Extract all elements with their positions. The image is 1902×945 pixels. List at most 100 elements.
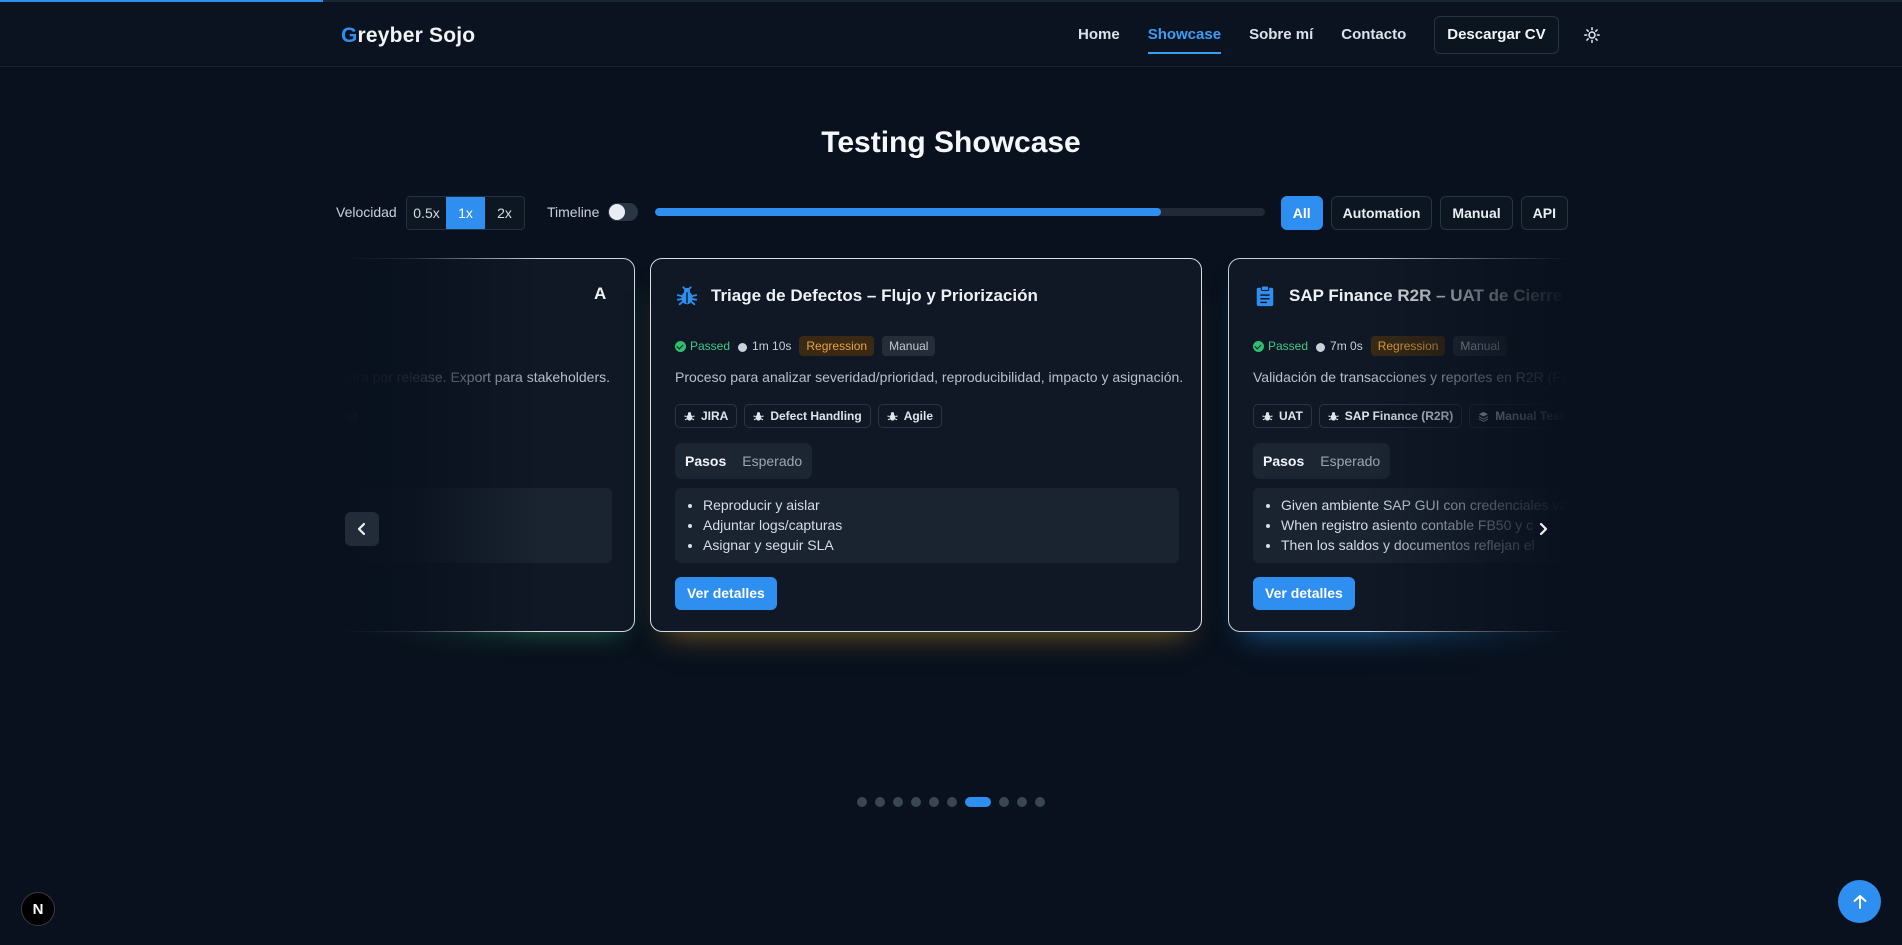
status-passed: Passed <box>675 339 730 353</box>
timeline-label: Timeline <box>547 204 600 220</box>
badge-manual: Manual <box>882 336 936 356</box>
theme-toggle-button[interactable] <box>1577 20 1607 50</box>
card-description: Validación de transacciones y reportes e… <box>1253 369 1568 385</box>
tab-pasos[interactable]: Pasos <box>1255 443 1312 479</box>
speed-label: Velocidad <box>336 204 397 220</box>
chip-label: SAP Finance (R2R) <box>1344 409 1454 423</box>
card-chips: JIRA Defect Handling Agile <box>675 404 943 428</box>
stopwatch-icon <box>738 342 748 352</box>
bug-icon <box>887 411 898 422</box>
chip-uat: UAT <box>1253 404 1312 428</box>
brand-logo[interactable]: Greyber Sojo <box>341 24 475 48</box>
filter-all[interactable]: All <box>1280 196 1323 230</box>
chip-label: Agile <box>903 409 934 423</box>
card-description: Proceso para analizar severidad/priorida… <box>675 369 1184 385</box>
chip-jira: JIRA <box>675 404 738 428</box>
card-meta: Passed 1m 10s Regression Manual <box>675 336 943 356</box>
pagination-dot[interactable] <box>947 797 957 807</box>
speed-option-1x[interactable]: 1x <box>446 197 485 229</box>
arrow-up-icon <box>1853 894 1866 909</box>
bug-icon <box>753 411 764 422</box>
card-tabs: Pasos Esperado <box>1253 443 1391 479</box>
card-chip: ent <box>341 404 366 428</box>
status-passed: Passed <box>1253 339 1308 353</box>
carousel-prev-button[interactable] <box>345 512 379 546</box>
chip-label: JIRA <box>701 409 729 423</box>
pagination-dot[interactable] <box>999 797 1009 807</box>
speed-selector: 0.5x 1x 2x <box>406 196 525 230</box>
filter-automation[interactable]: Automation <box>1330 196 1433 230</box>
view-details-button[interactable]: Ver detalles <box>1253 577 1355 610</box>
card-steps-panel <box>341 488 612 563</box>
pagination-dot[interactable] <box>929 797 939 807</box>
speed-option-0-5x[interactable]: 0.5x <box>407 197 446 229</box>
card-chips: UAT SAP Finance (R2R) Manual Testi <box>1253 404 1568 428</box>
status-text: Passed <box>690 339 731 353</box>
card-steps-panel: Reproducir y aislar Adjuntar logs/captur… <box>675 488 1179 563</box>
bug-icon <box>1262 411 1273 422</box>
chip-agile: Agile <box>877 404 943 428</box>
chip-label: Defect Handling <box>770 409 862 423</box>
pagination-dot[interactable] <box>1035 797 1045 807</box>
speed-option-2x[interactable]: 2x <box>485 197 524 229</box>
autoplay-progress-fill <box>655 208 1162 216</box>
badge-regression: Regression <box>799 336 875 356</box>
card-title: Triage de Defectos – Flujo y Priorizació… <box>711 286 1038 305</box>
showcase-card-next: SAP Finance R2R – UAT de Cierre C Passed… <box>1228 258 1568 632</box>
scroll-to-top-button[interactable] <box>1838 880 1881 923</box>
pagination-dot[interactable] <box>965 797 991 807</box>
filter-manual[interactable]: Manual <box>1440 196 1513 230</box>
check-circle-icon <box>1253 340 1264 352</box>
nav-sobre-mi[interactable]: Sobre mí <box>1249 16 1313 54</box>
card-meta: Passed 7m 0s Regression Manual <box>1253 336 1515 356</box>
pagination-dot[interactable] <box>911 797 921 807</box>
pagination-dot[interactable] <box>857 797 867 807</box>
card-description: tura por release. Export para stakeholde… <box>344 369 610 385</box>
chip-sap-finance: SAP Finance (R2R) <box>1318 404 1463 428</box>
tab-esperado[interactable]: Esperado <box>1312 443 1388 479</box>
nav-home[interactable]: Home <box>1078 16 1120 54</box>
duration: 7m 0s <box>1316 339 1363 353</box>
check-circle-icon <box>675 340 686 352</box>
clipboard-icon <box>1253 284 1277 308</box>
tab-pasos[interactable]: Pasos <box>677 443 734 479</box>
view-details-button[interactable]: Ver detalles <box>675 577 777 610</box>
duration-text: 1m 10s <box>752 339 792 353</box>
showcase-carousel: A tura por release. Export para stakehol… <box>341 258 1568 678</box>
chip-label: Manual Testi <box>1495 409 1568 423</box>
badge-manual: Manual <box>1453 336 1507 356</box>
tab-esperado[interactable]: Esperado <box>734 443 810 479</box>
toggle-knob <box>609 204 625 220</box>
chevron-left-icon <box>357 522 366 536</box>
chip-label: UAT <box>1279 409 1303 423</box>
carousel-pagination <box>0 797 1902 807</box>
status-text: Passed <box>1268 339 1309 353</box>
duration-text: 7m 0s <box>1330 339 1363 353</box>
step-item: Asignar y seguir SLA <box>703 535 1179 555</box>
pagination-dot[interactable] <box>893 797 903 807</box>
top-navbar: Greyber Sojo Home Showcase Sobre mí Cont… <box>0 2 1902 67</box>
timeline-toggle[interactable] <box>608 203 638 221</box>
chip-manual-testing: Manual Testi <box>1469 404 1568 428</box>
filter-api[interactable]: API <box>1520 196 1568 230</box>
chip-defect-handling: Defect Handling <box>744 404 871 428</box>
badge-regression: Regression <box>1370 336 1446 356</box>
carousel-next-button[interactable] <box>1526 512 1560 546</box>
showcase-card-previous: A tura por release. Export para stakehol… <box>341 258 635 632</box>
duration: 1m 10s <box>738 339 791 353</box>
pagination-dot[interactable] <box>875 797 885 807</box>
chevron-right-icon <box>1539 522 1548 536</box>
pagination-dot[interactable] <box>1017 797 1027 807</box>
nav-showcase[interactable]: Showcase <box>1147 16 1222 54</box>
brand-name: reyber Sojo <box>357 24 476 47</box>
download-cv-button[interactable]: Descargar CV <box>1434 16 1559 54</box>
nextjs-badge[interactable]: N <box>21 892 55 926</box>
brand-initial: G <box>341 24 358 47</box>
nav-contacto[interactable]: Contacto <box>1341 16 1406 54</box>
main-nav: Home Showcase Sobre mí Contacto Descarga… <box>1078 16 1607 54</box>
card-chips: ent <box>341 404 366 428</box>
bug-icon <box>1328 411 1339 422</box>
step-item: Given ambiente SAP GUI con credenciales … <box>1281 495 1568 515</box>
stopwatch-icon <box>1316 342 1326 352</box>
step-item: Reproducir y aislar <box>703 495 1179 515</box>
